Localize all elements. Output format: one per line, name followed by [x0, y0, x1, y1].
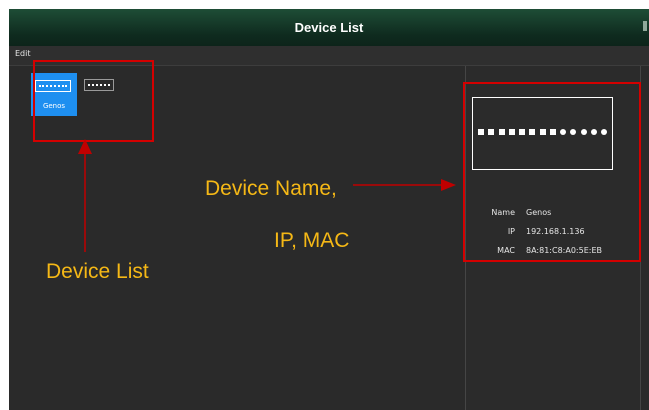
arrow-up-icon — [78, 139, 92, 154]
annotation-device-name: Device Name, — [205, 177, 337, 200]
arrow-right-icon — [441, 179, 456, 191]
annotation-device-list: Device List — [46, 260, 149, 283]
annotation-arrows — [78, 139, 456, 252]
annotation-ip-mac: IP, MAC — [274, 229, 350, 252]
